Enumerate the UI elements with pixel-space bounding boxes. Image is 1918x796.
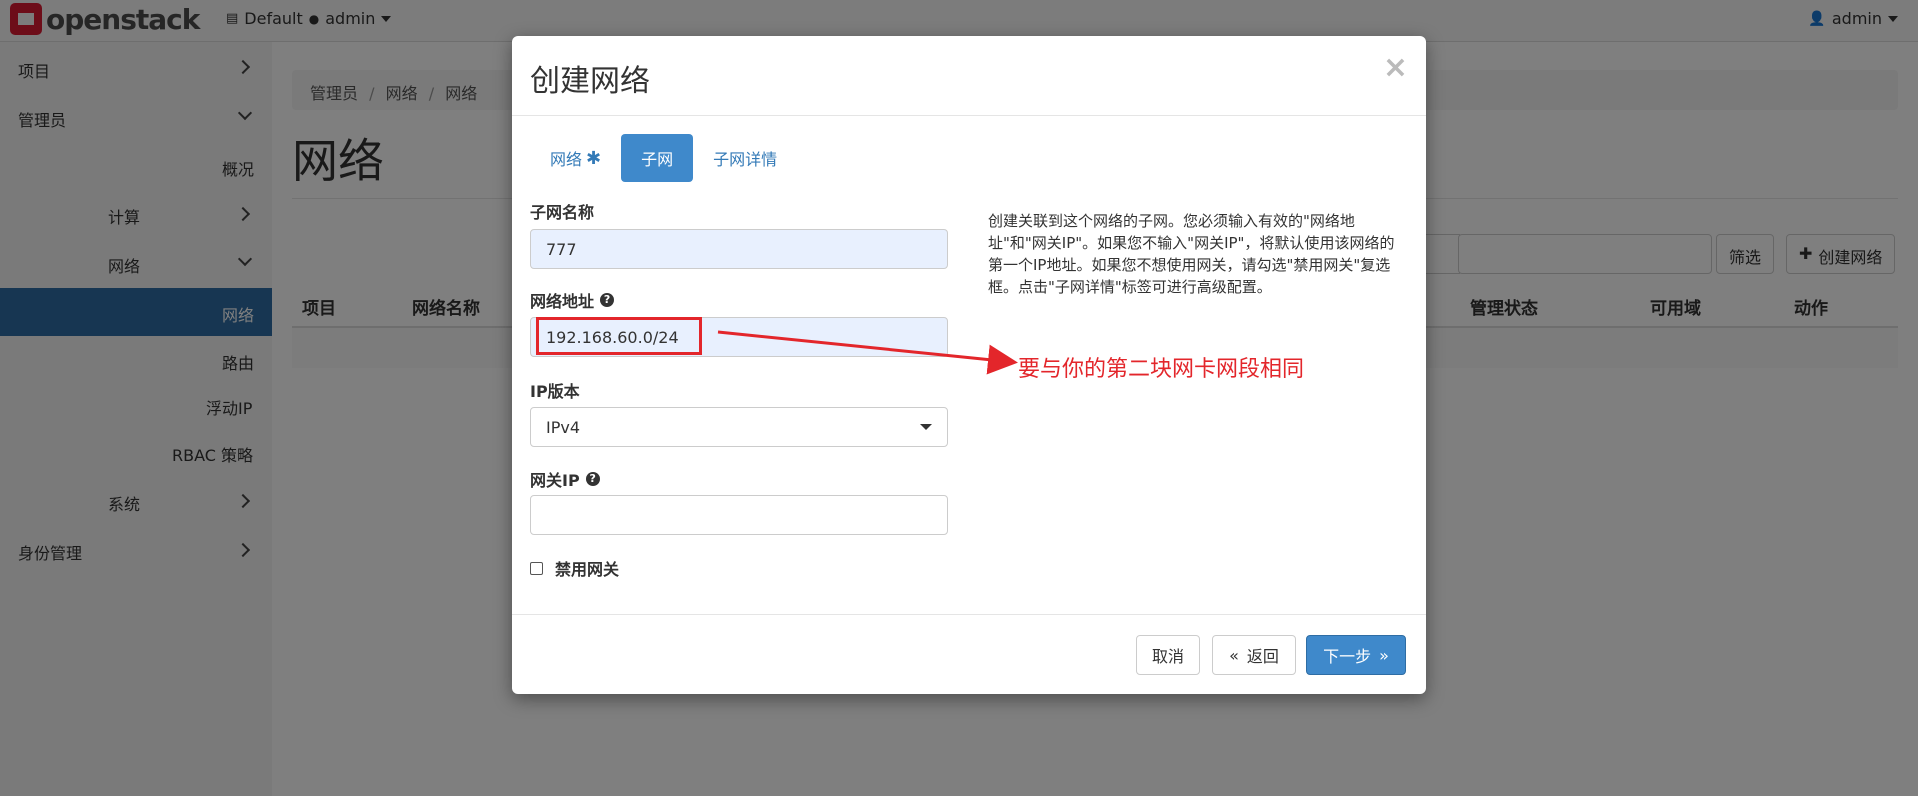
back-button[interactable]: « 返回 [1212, 635, 1296, 675]
tab-subnet[interactable]: 子网 [621, 134, 694, 182]
next-button[interactable]: 下一步 » [1306, 635, 1406, 675]
tab-subnet-details[interactable]: 子网详情 [693, 134, 797, 182]
gateway-ip-input[interactable] [530, 495, 948, 535]
ip-version-label-text: IP版本 [530, 382, 580, 401]
gateway-ip-label: 网关IP ? [530, 467, 600, 491]
annotation-highlight-box [536, 317, 702, 355]
ip-version-value: IPv4 [546, 417, 581, 437]
question-circle-icon[interactable]: ? [600, 293, 615, 307]
subnet-help-text: 创建关联到这个网络的子网。您必须输入有效的"网络地址"和"网关IP"。如果您不输… [988, 212, 1395, 296]
chevron-down-icon [920, 424, 932, 430]
double-chevron-left-icon: « [1229, 645, 1239, 665]
modal-footer: 取消 « 返回 下一步 » [512, 614, 1426, 694]
annotation-text: 要与你的第二块网卡网段相同 [1018, 357, 1305, 382]
required-asterisk-icon: ✱ [586, 147, 602, 169]
tab-network[interactable]: 网络 ✱ [530, 134, 621, 182]
close-icon[interactable]: × [1383, 50, 1408, 85]
network-address-label-text: 网络地址 [530, 292, 595, 311]
ip-version-label: IP版本 [530, 378, 580, 402]
subnet-name-input[interactable] [530, 229, 948, 269]
double-chevron-right-icon: » [1379, 645, 1389, 665]
network-address-label: 网络地址 ? [530, 288, 615, 312]
question-circle-icon[interactable]: ? [585, 472, 600, 486]
modal-header: 创建网络 × [512, 36, 1426, 116]
subnet-name-label: 子网名称 [530, 199, 594, 223]
gateway-ip-label-text: 网关IP [530, 471, 580, 490]
disable-gateway-label: 禁用网关 [555, 560, 620, 579]
wizard-tabs: 网络 ✱ 子网 子网详情 [530, 134, 797, 182]
disable-gateway-row[interactable]: 禁用网关 [530, 556, 619, 580]
modal-title: 创建网络 [530, 64, 650, 99]
ip-version-select[interactable]: IPv4 [530, 407, 948, 447]
subnet-name-label-text: 子网名称 [530, 203, 595, 222]
tab-network-label: 网络 [550, 150, 583, 169]
next-button-label: 下一步 [1323, 647, 1372, 666]
disable-gateway-checkbox[interactable] [530, 561, 543, 575]
back-button-label: 返回 [1246, 647, 1279, 666]
cancel-button[interactable]: 取消 [1136, 635, 1200, 675]
